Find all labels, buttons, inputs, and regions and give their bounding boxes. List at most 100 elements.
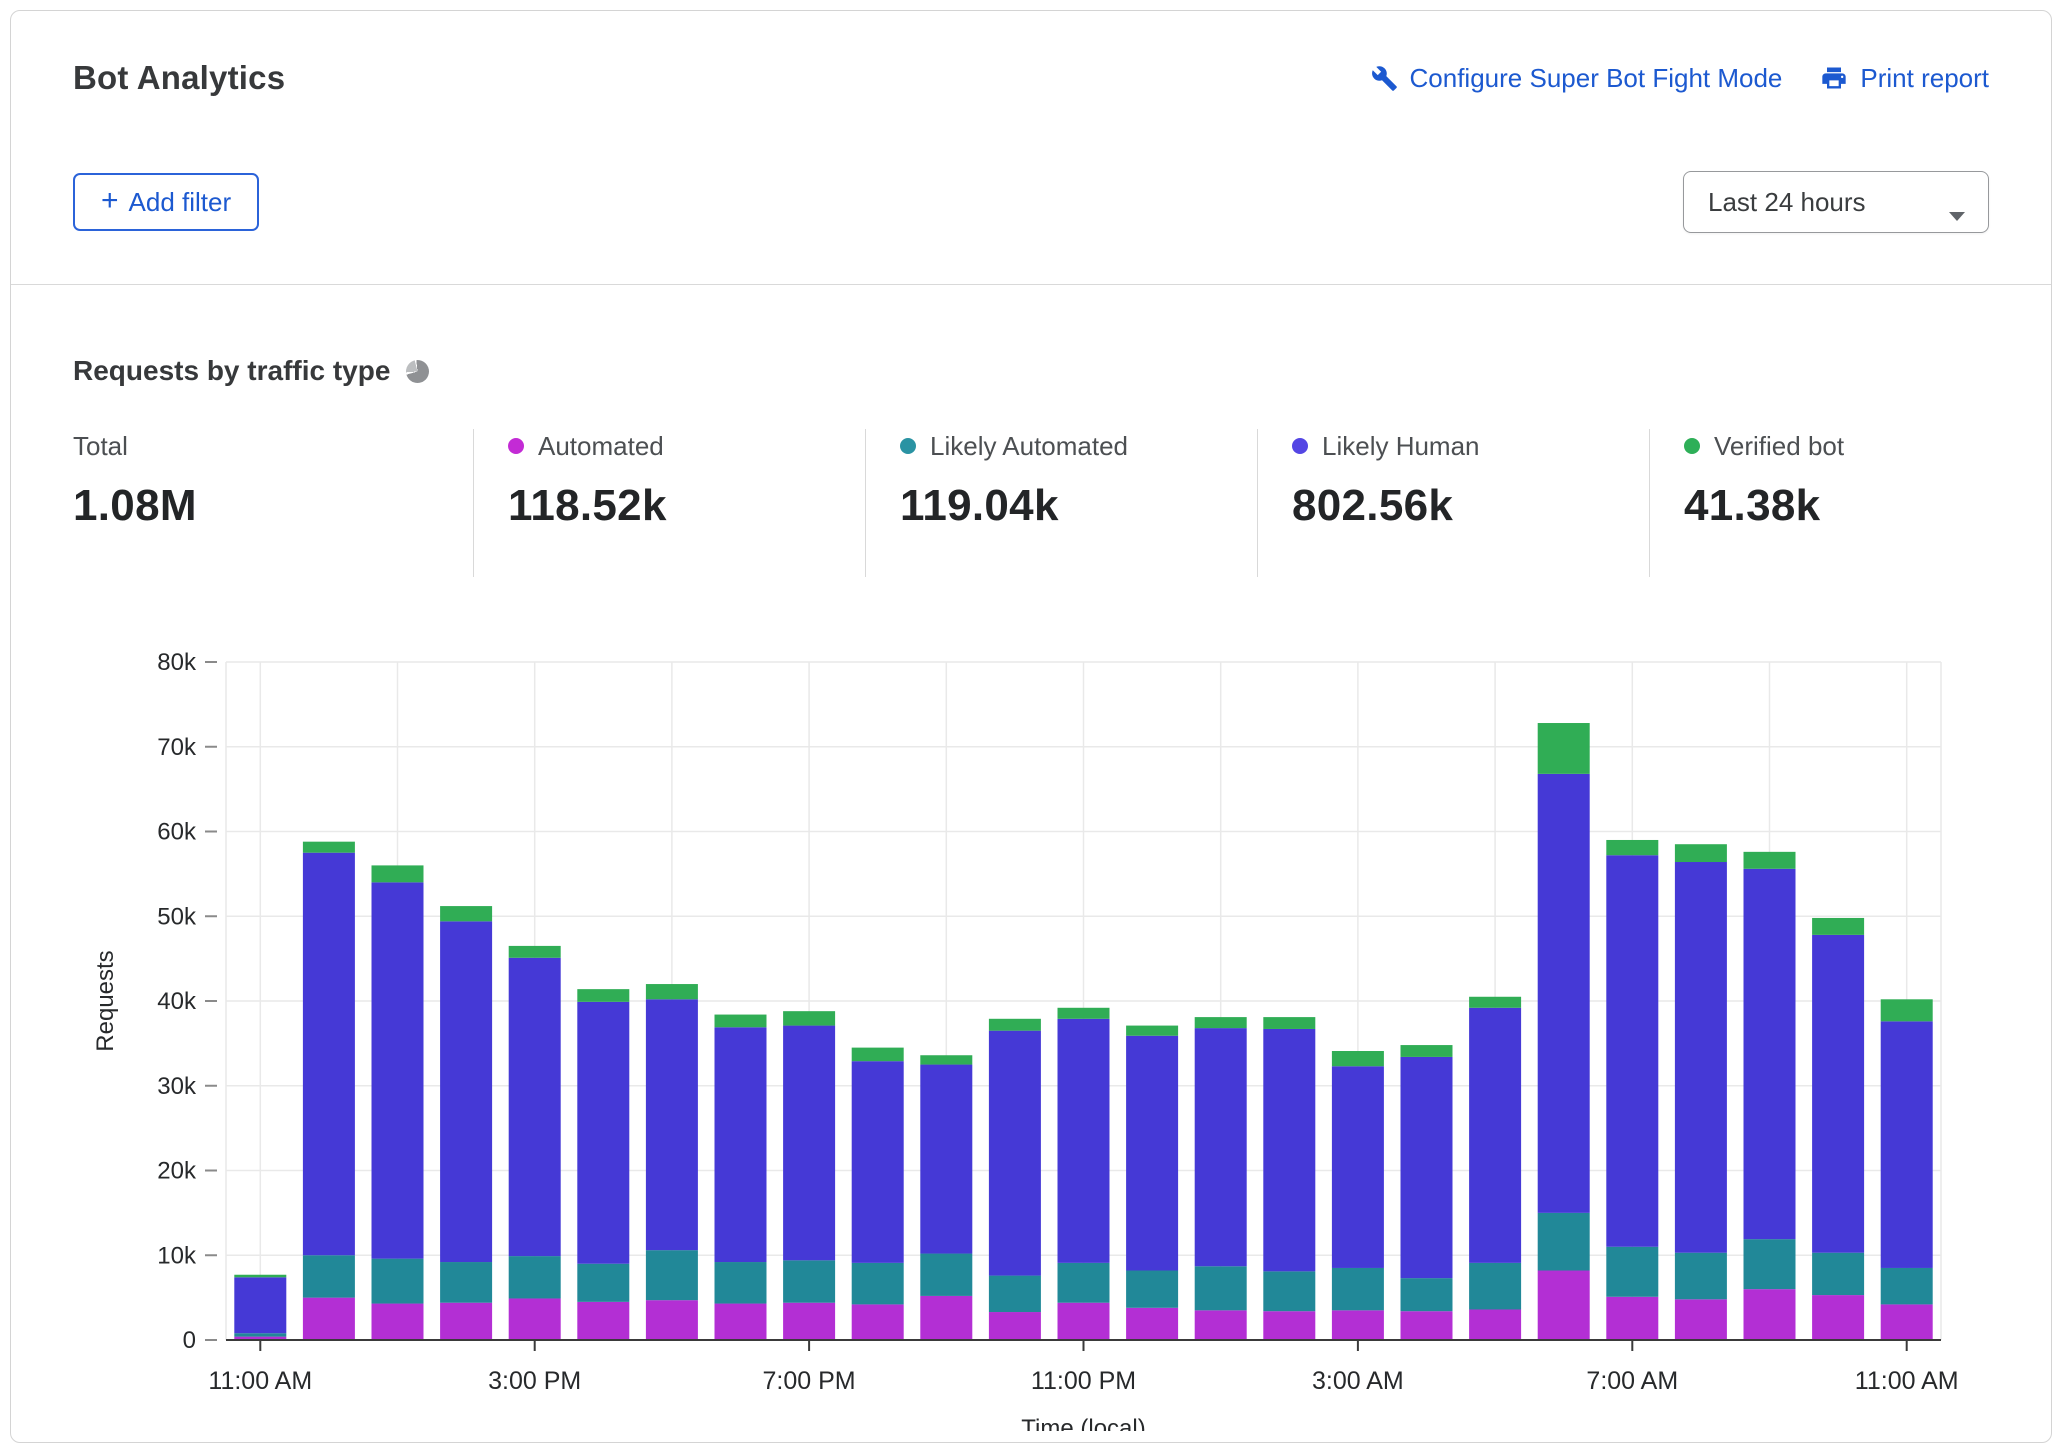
bar-segment[interactable]	[852, 1048, 904, 1062]
bar-segment[interactable]	[1401, 1278, 1453, 1311]
bar-segment[interactable]	[372, 865, 424, 882]
bar-segment[interactable]	[440, 906, 492, 921]
bar-segment[interactable]	[1401, 1057, 1453, 1278]
bar-segment[interactable]	[1812, 935, 1864, 1253]
bar-segment[interactable]	[1606, 1247, 1658, 1297]
bar-segment[interactable]	[1675, 1253, 1727, 1300]
bar-segment[interactable]	[715, 1027, 767, 1262]
bar-segment[interactable]	[852, 1061, 904, 1263]
bar-segment[interactable]	[1469, 1008, 1521, 1263]
bar-segment[interactable]	[1332, 1051, 1384, 1066]
bar-segment[interactable]	[509, 1256, 561, 1298]
bar-segment[interactable]	[920, 1055, 972, 1064]
time-range-dropdown[interactable]: Last 24 hours	[1683, 171, 1989, 233]
configure-super-bot-fight-mode-link[interactable]: Configure Super Bot Fight Mode	[1371, 63, 1783, 94]
bar-segment[interactable]	[1675, 862, 1727, 1253]
bar-segment[interactable]	[1538, 774, 1590, 1213]
stat-total[interactable]: Total 1.08M	[73, 429, 473, 577]
bar-segment[interactable]	[234, 1333, 286, 1336]
bar-segment[interactable]	[1812, 1295, 1864, 1340]
bar-segment[interactable]	[1126, 1308, 1178, 1340]
bar-segment[interactable]	[1332, 1066, 1384, 1268]
bar-segment[interactable]	[783, 1260, 835, 1302]
bar-segment[interactable]	[1744, 852, 1796, 869]
bar-segment[interactable]	[989, 1019, 1041, 1031]
bar-segment[interactable]	[1469, 997, 1521, 1008]
bar-segment[interactable]	[1606, 840, 1658, 855]
bar-segment[interactable]	[783, 1303, 835, 1340]
bar-segment[interactable]	[303, 842, 355, 853]
bar-segment[interactable]	[577, 1002, 629, 1264]
bar-segment[interactable]	[1195, 1028, 1247, 1266]
bar-segment[interactable]	[1195, 1266, 1247, 1310]
bar-segment[interactable]	[1126, 1036, 1178, 1271]
bar-segment[interactable]	[783, 1011, 835, 1025]
bar-segment[interactable]	[1195, 1017, 1247, 1028]
stat-likely-human[interactable]: Likely Human 802.56k	[1257, 429, 1649, 577]
bar-segment[interactable]	[1058, 1303, 1110, 1340]
bar-segment[interactable]	[1744, 869, 1796, 1239]
bar-segment[interactable]	[1263, 1029, 1315, 1271]
bar-segment[interactable]	[989, 1312, 1041, 1340]
bar-segment[interactable]	[715, 1262, 767, 1304]
bar-segment[interactable]	[303, 1298, 355, 1340]
bar-segment[interactable]	[509, 1298, 561, 1340]
bar-segment[interactable]	[440, 921, 492, 1262]
bar-segment[interactable]	[646, 999, 698, 1250]
bar-segment[interactable]	[1126, 1026, 1178, 1036]
bar-segment[interactable]	[1058, 1263, 1110, 1303]
bar-segment[interactable]	[1058, 1008, 1110, 1019]
bar-segment[interactable]	[646, 1250, 698, 1300]
bar-segment[interactable]	[852, 1263, 904, 1305]
bar-segment[interactable]	[234, 1277, 286, 1333]
bar-segment[interactable]	[372, 882, 424, 1258]
bar-segment[interactable]	[440, 1262, 492, 1303]
bar-segment[interactable]	[440, 1303, 492, 1340]
bar-segment[interactable]	[509, 946, 561, 958]
bar-segment[interactable]	[1058, 1019, 1110, 1263]
bar-segment[interactable]	[1812, 1253, 1864, 1295]
bar-segment[interactable]	[1263, 1311, 1315, 1340]
bar-segment[interactable]	[1675, 844, 1727, 862]
bar-segment[interactable]	[1881, 1268, 1933, 1304]
bar-segment[interactable]	[715, 1015, 767, 1028]
bar-segment[interactable]	[646, 1300, 698, 1340]
bar-segment[interactable]	[1332, 1310, 1384, 1340]
bar-segment[interactable]	[303, 853, 355, 1256]
bar-segment[interactable]	[372, 1259, 424, 1304]
bar-segment[interactable]	[1881, 999, 1933, 1021]
bar-segment[interactable]	[1401, 1045, 1453, 1057]
bar-segment[interactable]	[989, 1276, 1041, 1312]
bar-segment[interactable]	[1401, 1311, 1453, 1340]
bar-segment[interactable]	[577, 1302, 629, 1340]
stat-automated[interactable]: Automated 118.52k	[473, 429, 865, 577]
bar-segment[interactable]	[1469, 1309, 1521, 1340]
print-report-link[interactable]: Print report	[1820, 63, 1989, 94]
bar-segment[interactable]	[234, 1275, 286, 1278]
bar-segment[interactable]	[1126, 1271, 1178, 1308]
bar-segment[interactable]	[372, 1304, 424, 1340]
bar-segment[interactable]	[920, 1065, 972, 1254]
bar-segment[interactable]	[1606, 855, 1658, 1247]
bar-segment[interactable]	[783, 1026, 835, 1261]
bar-segment[interactable]	[852, 1304, 904, 1340]
bar-segment[interactable]	[577, 1264, 629, 1302]
bar-segment[interactable]	[1606, 1297, 1658, 1340]
bar-segment[interactable]	[920, 1296, 972, 1340]
bar-segment[interactable]	[1812, 918, 1864, 935]
bar-segment[interactable]	[646, 984, 698, 999]
bar-segment[interactable]	[989, 1031, 1041, 1276]
bar-segment[interactable]	[577, 989, 629, 1002]
stat-verified-bot[interactable]: Verified bot 41.38k	[1649, 429, 2041, 577]
bar-segment[interactable]	[509, 958, 561, 1256]
bar-segment[interactable]	[303, 1255, 355, 1297]
bar-segment[interactable]	[920, 1254, 972, 1296]
bar-segment[interactable]	[1263, 1271, 1315, 1311]
bar-segment[interactable]	[1675, 1299, 1727, 1340]
stat-likely-automated[interactable]: Likely Automated 119.04k	[865, 429, 1257, 577]
bar-segment[interactable]	[715, 1304, 767, 1340]
add-filter-button[interactable]: + Add filter	[73, 173, 259, 231]
bar-segment[interactable]	[1881, 1304, 1933, 1340]
bar-segment[interactable]	[1538, 1213, 1590, 1271]
bar-segment[interactable]	[1744, 1289, 1796, 1340]
